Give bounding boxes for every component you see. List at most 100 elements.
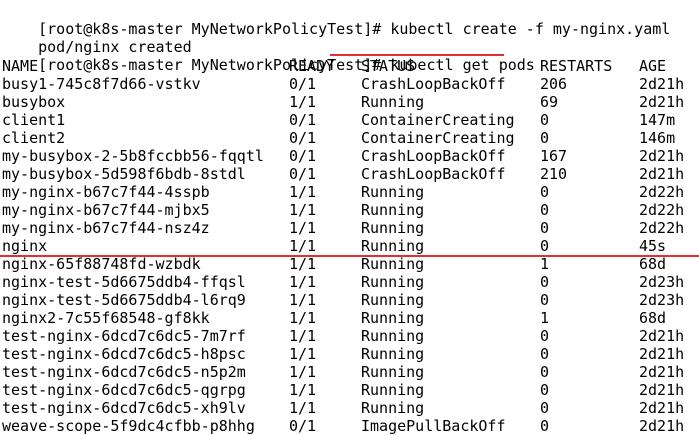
cell-restarts: 0 [540,345,550,363]
cell-status: Running [361,327,425,345]
cell-status: Running [361,219,425,237]
cell-ready: 0/1 [289,75,317,93]
cell-status: Running [361,273,425,291]
cell-status: ContainerCreating [361,129,515,147]
cell-restarts: 0 [540,381,550,399]
header-name: NAME [2,57,39,75]
table-header: NAME READY STATUS RESTARTS AGE [2,57,699,75]
cell-restarts: 1 [540,309,550,327]
cell-status: Running [361,93,425,111]
table-row: my-nginx-b67c7f44-nsz4z 1/1 Running 0 2d22h [2,219,699,237]
cell-restarts: 210 [540,165,568,183]
cell-name: my-nginx-b67c7f44-4sspb [2,183,210,201]
table-row: test-nginx-6dcd7c6dc5-qgrpg 1/1 Running 0 2d… [2,381,699,399]
cell-ready: 1/1 [289,255,317,273]
cell-restarts: 0 [540,399,550,417]
cell-name: test-nginx-6dcd7c6dc5-n5p2m [2,363,246,381]
table-row: my-busybox-5d598f6bdb-8stdl 0/1 CrashLoopB… [2,165,699,183]
cell-name: nginx-test-5d6675ddb4-l6rq9 [2,291,246,309]
cell-name: my-busybox-5d598f6bdb-8stdl [2,165,246,183]
cell-ready: 1/1 [289,309,317,327]
cell-age: 2d21h [639,147,685,165]
cell-name: nginx-65f88748fd-wzbdk [2,255,201,273]
cell-name: my-nginx-b67c7f44-mjbx5 [2,201,210,219]
header-status: STATUS [361,57,416,75]
table-row: busybox 1/1 Running 69 2d21h [2,93,699,111]
cell-age: 2d23h [639,291,685,309]
cell-name: my-busybox-2-5b8fccbb56-fqqtl [2,147,264,165]
cell-ready: 1/1 [289,201,317,219]
cell-name: nginx [2,237,48,255]
cell-age: 45s [639,237,667,255]
cell-age: 146m [639,129,676,147]
cell-name: client2 [2,129,66,147]
table-row: client1 0/1 ContainerCreating 0 147m [2,111,699,129]
cell-age: 2d21h [639,327,685,345]
cell-ready: 0/1 [289,129,317,147]
cell-age: 2d23h [639,273,685,291]
cell-restarts: 1 [540,255,550,273]
header-restarts: RESTARTS [540,57,613,75]
cell-ready: 1/1 [289,327,317,345]
cell-age: 147m [639,111,676,129]
cell-status: CrashLoopBackOff [361,75,506,93]
cell-name: weave-scope-5f9dc4cfbb-p8hhg [2,417,255,435]
cell-age: 2d21h [639,381,685,399]
cell-status: Running [361,309,425,327]
table-row: nginx2-7c55f68548-gf8kk 1/1 Running 1 68d [2,309,699,327]
cell-ready: 1/1 [289,273,317,291]
cell-ready: 1/1 [289,219,317,237]
cell-status: Running [361,201,425,219]
cell-age: 2d21h [639,75,685,93]
cell-restarts: 0 [540,291,550,309]
cell-ready: 1/1 [289,291,317,309]
cell-status: CrashLoopBackOff [361,165,506,183]
cell-ready: 1/1 [289,183,317,201]
table-row: test-nginx-6dcd7c6dc5-n5p2m 1/1 Running 0 2d… [2,363,699,381]
cell-status: Running [361,291,425,309]
cell-status: Running [361,255,425,273]
cell-status: Running [361,183,425,201]
cell-ready: 1/1 [289,237,317,255]
cell-name: my-nginx-b67c7f44-nsz4z [2,219,210,237]
table-row: test-nginx-6dcd7c6dc5-7m7rf 1/1 Running 0 2d… [2,327,699,345]
cell-restarts: 0 [540,183,550,201]
cell-status: Running [361,381,425,399]
cell-name: nginx2-7c55f68548-gf8kk [2,309,210,327]
row-underline-annotation [0,255,699,257]
cell-age: 2d21h [639,345,685,363]
cell-status: Running [361,345,425,363]
table-row: nginx-test-5d6675ddb4-l6rq9 1/1 Running 0 2d… [2,291,699,309]
table-row: my-nginx-b67c7f44-mjbx5 1/1 Running 0 2d22h [2,201,699,219]
command-output: pod/nginx created [2,20,192,56]
cell-name: test-nginx-6dcd7c6dc5-h8psc [2,345,246,363]
cell-restarts: 0 [540,327,550,345]
table-row: busy1-745c8f7d66-vstkv 0/1 CrashLoopBackOf… [2,75,699,93]
table-row: nginx 1/1 Running 0 45s [2,237,699,255]
table-row: nginx-test-5d6675ddb4-ffqsl 1/1 Running 0 2d… [2,273,699,291]
cell-age: 2d21h [639,363,685,381]
table-row: nginx-65f88748fd-wzbdk 1/1 Running 1 68d [2,255,699,273]
cell-status: Running [361,237,425,255]
cell-ready: 0/1 [289,417,317,435]
header-ready: READY [289,57,335,75]
table-row: my-nginx-b67c7f44-4sspb 1/1 Running 0 2d22h [2,183,699,201]
cell-ready: 1/1 [289,93,317,111]
table-row: test-nginx-6dcd7c6dc5-xh9lv 1/1 Running 0 2d… [2,399,699,417]
cell-status: Running [361,399,425,417]
cell-restarts: 0 [540,417,550,435]
command-text: kubectl create -f my-nginx.yaml [390,20,671,38]
table-row: test-nginx-6dcd7c6dc5-h8psc 1/1 Running 0 2d… [2,345,699,363]
table-row: weave-scope-5f9dc4cfbb-p8hhg 0/1 ImagePull… [2,417,699,435]
terminal-window[interactable]: [root@k8s-master MyNetworkPolicyTest]# k… [0,0,699,435]
cell-restarts: 0 [540,219,550,237]
cell-age: 2d22h [639,201,685,219]
cell-status: Running [361,363,425,381]
cell-status: ContainerCreating [361,111,515,129]
cell-restarts: 0 [540,129,550,147]
cell-restarts: 0 [540,273,550,291]
cell-name: busy1-745c8f7d66-vstkv [2,75,201,93]
cell-restarts: 206 [540,75,568,93]
cell-name: client1 [2,111,66,129]
cell-age: 2d21h [639,165,685,183]
